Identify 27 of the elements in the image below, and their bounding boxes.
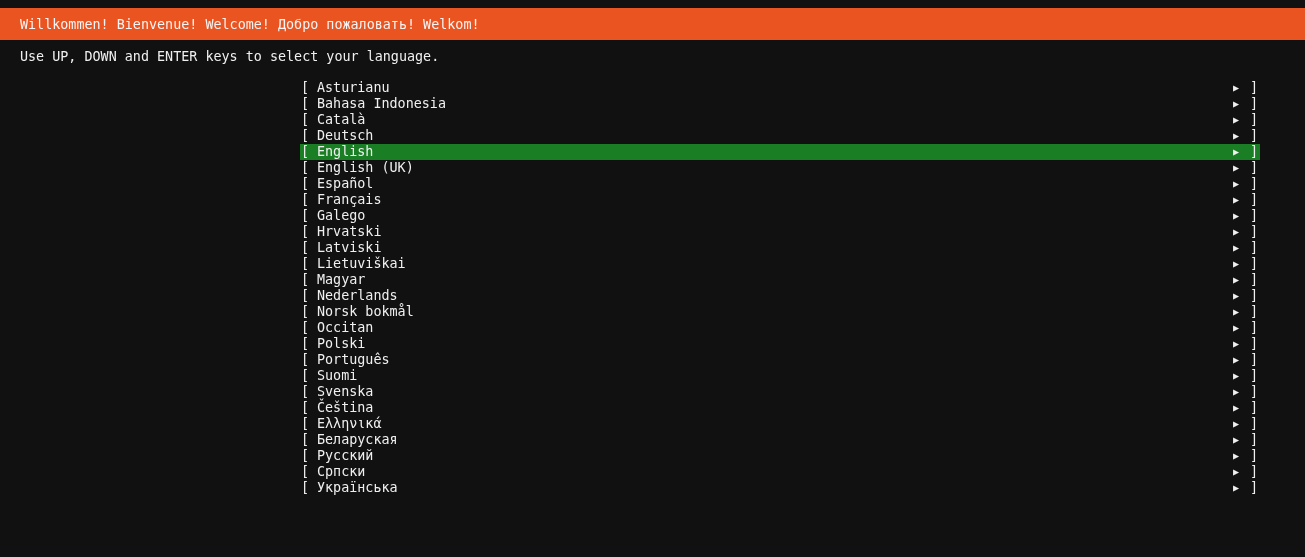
language-option[interactable]: [ Norsk bokmål ▶ ] [300,304,1260,320]
language-option[interactable]: [ Português ▶ ] [300,352,1260,368]
language-option[interactable]: [ Bahasa Indonesia ▶ ] [300,96,1260,112]
language-option[interactable]: [ Polski ▶ ] [300,336,1260,352]
language-option[interactable]: [ Occitan ▶ ] [300,320,1260,336]
language-option[interactable]: [ Lietuviškai ▶ ] [300,256,1260,272]
instruction-text: Use UP, DOWN and ENTER keys to select your language. [19,48,441,65]
language-option[interactable]: [ Српски ▶ ] [300,464,1260,480]
language-option[interactable]: [ English (UK) ▶ ] [300,160,1260,176]
language-option[interactable]: [ Русский ▶ ] [300,448,1260,464]
language-option[interactable]: [ Українська ▶ ] [300,480,1260,496]
language-option[interactable]: [ Español ▶ ] [300,176,1260,192]
language-option[interactable]: [ Català ▶ ] [300,112,1260,128]
language-option[interactable]: [ Ελληνικά ▶ ] [300,416,1260,432]
language-option[interactable]: [ Galego ▶ ] [300,208,1260,224]
language-option[interactable]: [ Latviski ▶ ] [300,240,1260,256]
language-option[interactable]: [ English ▶ ] [300,144,1260,160]
language-option[interactable]: [ Deutsch ▶ ] [300,128,1260,144]
language-option[interactable]: [ Asturianu ▶ ] [300,80,1260,96]
language-option[interactable]: [ Беларуская ▶ ] [300,432,1260,448]
language-option[interactable]: [ Hrvatski ▶ ] [300,224,1260,240]
language-option[interactable]: [ Suomi ▶ ] [300,368,1260,384]
welcome-title: Willkommen! Bienvenue! Welcome! Добро пожаловать! Welkom! [20,16,480,32]
language-option[interactable]: [ Magyar ▶ ] [300,272,1260,288]
language-option[interactable]: [ Nederlands ▶ ] [300,288,1260,304]
language-option[interactable]: [ Čeština ▶ ] [300,400,1260,416]
language-option[interactable]: [ Français ▶ ] [300,192,1260,208]
